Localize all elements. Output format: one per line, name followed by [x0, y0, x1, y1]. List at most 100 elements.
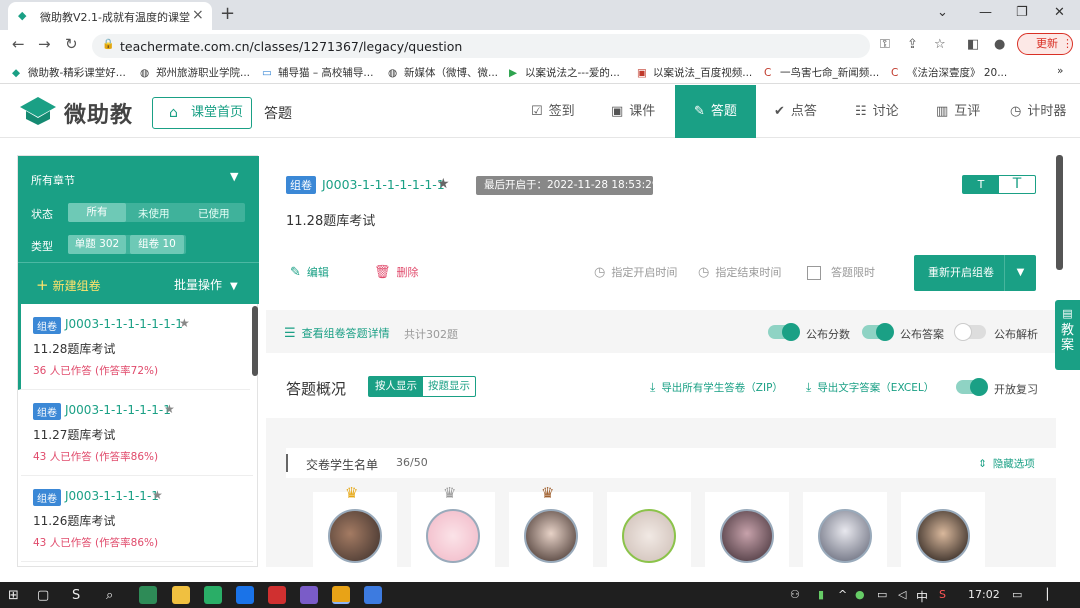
- type-set[interactable]: 组卷 10: [130, 235, 184, 254]
- tray-app-icon[interactable]: ●: [855, 588, 865, 601]
- nav-item-pick[interactable]: ✔ 点答: [774, 85, 829, 138]
- list-scrollbar[interactable]: [252, 306, 258, 376]
- show-desktop[interactable]: ▏: [1047, 588, 1055, 601]
- browser-tab[interactable]: ◆ 微助教V2.1-成就有温度的课堂 ×: [8, 2, 212, 30]
- chapter-select[interactable]: 所有章节: [31, 172, 75, 188]
- view-details-link[interactable]: ☰ 查看组卷答题详情: [284, 325, 390, 341]
- class-home-button[interactable]: ⌂ 课堂首页: [152, 97, 252, 129]
- volume-icon[interactable]: ◁: [898, 588, 906, 601]
- set-end-time-button[interactable]: ◷ 指定结束时间: [698, 264, 781, 280]
- bookmark-item[interactable]: ▣ 以案说法_百度视频...: [637, 65, 752, 80]
- nav-item-discussion[interactable]: ☷ 讨论: [855, 85, 910, 138]
- nav-item-peer-review[interactable]: ▥ 互评: [936, 85, 991, 138]
- search-icon[interactable]: ⌕: [106, 588, 113, 603]
- publish-answer-toggle[interactable]: [862, 323, 894, 341]
- bookmark-item[interactable]: ▶ 以案说法之---爱的...: [509, 65, 620, 80]
- avatar[interactable]: [818, 509, 872, 563]
- list-item[interactable]: 组卷 J0003-1-1-1-1-1 ★ 11.26题库考试 43 人已作答 (…: [21, 476, 253, 562]
- wps-icon[interactable]: [268, 586, 286, 604]
- battery-icon[interactable]: ▮: [818, 588, 824, 601]
- font-small-button[interactable]: T: [963, 176, 999, 193]
- people-icon[interactable]: ⚇: [790, 588, 800, 601]
- bookmark-item[interactable]: ◆ 微助教-精彩课堂好...: [12, 65, 126, 80]
- minimize-icon[interactable]: —: [979, 5, 992, 20]
- publish-analysis-toggle[interactable]: [954, 323, 986, 341]
- profile-icon[interactable]: ●: [994, 37, 1005, 52]
- publish-score-toggle[interactable]: [768, 323, 800, 341]
- app-icon[interactable]: S: [72, 588, 80, 603]
- avatar[interactable]: [622, 509, 676, 563]
- folder-icon[interactable]: [172, 586, 190, 604]
- hide-items-button[interactable]: ⇕ 隐藏选项: [978, 456, 1035, 471]
- bookmarks-more-icon[interactable]: »: [1057, 65, 1063, 77]
- avatar[interactable]: [524, 509, 578, 563]
- app-icon[interactable]: [236, 586, 254, 604]
- app-icon[interactable]: [300, 586, 318, 604]
- back-icon[interactable]: ←: [12, 35, 25, 53]
- status-all[interactable]: 所有: [68, 203, 126, 222]
- bookmark-item[interactable]: ◍ 郑州旅游职业学院...: [140, 65, 250, 80]
- chevron-down-icon[interactable]: ▼: [1004, 255, 1036, 291]
- url-field[interactable]: 🔒 teachermate.com.cn/classes/1271367/leg…: [92, 34, 870, 58]
- sogou-icon[interactable]: S: [939, 588, 946, 601]
- list-item[interactable]: 组卷 J0003-1-1-1-1-1-1-1 ★ 11.28题库考试 36 人已…: [18, 304, 250, 390]
- restart-set-button[interactable]: 重新开启组卷 ▼: [914, 255, 1036, 291]
- view-by-question-tab[interactable]: 按题显示: [423, 377, 475, 396]
- avatar[interactable]: [916, 509, 970, 563]
- logo[interactable]: 微助教: [18, 93, 142, 129]
- avatar[interactable]: [328, 509, 382, 563]
- star-icon[interactable]: ★: [152, 488, 163, 502]
- time-limit-checkbox[interactable]: 答题限时: [807, 264, 875, 280]
- main-scrollbar[interactable]: [1056, 155, 1063, 270]
- nav-item-signin[interactable]: ☑ 签到: [531, 85, 586, 138]
- window-close-icon[interactable]: ✕: [1054, 5, 1065, 20]
- type-single[interactable]: 单题 302: [68, 235, 126, 254]
- avatar[interactable]: [720, 509, 774, 563]
- bookmark-star-icon[interactable]: ☆: [934, 37, 946, 52]
- star-icon[interactable]: ★: [179, 316, 190, 330]
- network-icon[interactable]: ▭: [877, 588, 887, 601]
- share-icon[interactable]: ⇪: [907, 37, 918, 52]
- nav-item-courseware[interactable]: ▣ 课件: [611, 85, 666, 138]
- update-button[interactable]: 更新 ⋮: [1017, 33, 1073, 55]
- export-excel-button[interactable]: ⤓ 导出文字答案（EXCEL）: [806, 380, 934, 395]
- forward-icon[interactable]: →: [38, 35, 51, 53]
- app-icon[interactable]: [364, 586, 382, 604]
- chevron-down-icon[interactable]: ▼: [230, 170, 238, 183]
- lesson-plan-tab[interactable]: ▤ 教案: [1055, 300, 1080, 370]
- tab-search-chevron-icon[interactable]: ⌄: [937, 5, 948, 20]
- bookmark-item[interactable]: C 一鸟害七命_新闻频...: [764, 65, 879, 80]
- bookmark-item[interactable]: ▭ 辅导猫 – 高校辅导...: [262, 65, 373, 80]
- side-panel-icon[interactable]: ◧: [967, 37, 979, 52]
- export-zip-button[interactable]: ⤓ 导出所有学生答卷（ZIP）: [650, 380, 783, 395]
- tray-up-icon[interactable]: ^: [838, 588, 847, 601]
- view-by-person-tab[interactable]: 按人显示: [369, 377, 423, 396]
- set-start-time-button[interactable]: ◷ 指定开启时间: [594, 264, 677, 280]
- avatar[interactable]: [426, 509, 480, 563]
- chrome-icon[interactable]: [332, 586, 350, 604]
- notification-icon[interactable]: ▭: [1012, 588, 1022, 601]
- nav-item-quiz[interactable]: ✎ 答题: [675, 85, 756, 138]
- status-unused[interactable]: 未使用: [138, 206, 170, 221]
- bookmark-item[interactable]: C 《法治深壹度》 20...: [891, 65, 1007, 80]
- new-tab-icon[interactable]: +: [220, 3, 235, 24]
- delete-button[interactable]: 🗑 删除: [374, 264, 419, 280]
- ime-indicator[interactable]: 中: [916, 588, 928, 605]
- key-icon[interactable]: ⚿: [880, 37, 890, 52]
- clock-time[interactable]: 17:02: [968, 588, 1000, 601]
- edit-button[interactable]: ✎ 编辑: [290, 264, 329, 280]
- star-icon[interactable]: ★: [164, 402, 175, 416]
- app-icon[interactable]: [139, 586, 157, 604]
- list-item[interactable]: 组卷 J0003-1-1-1-1-1-1 ★ 11.27题库考试 43 人已作答…: [21, 390, 253, 476]
- close-tab-icon[interactable]: ×: [192, 7, 204, 23]
- task-view-icon[interactable]: ▢: [37, 588, 49, 603]
- windows-start-icon[interactable]: ⊞: [8, 588, 19, 603]
- new-set-button[interactable]: + 新建组卷: [36, 276, 101, 294]
- batch-ops-button[interactable]: 批量操作 ▼: [174, 276, 238, 293]
- reload-icon[interactable]: ↻: [65, 35, 78, 53]
- wechat-icon[interactable]: [204, 586, 222, 604]
- bookmark-item[interactable]: ◍ 新媒体（微博、微...: [388, 65, 498, 80]
- open-review-toggle[interactable]: [956, 378, 988, 396]
- font-large-button[interactable]: T: [999, 176, 1035, 193]
- restore-icon[interactable]: ❐: [1016, 5, 1028, 20]
